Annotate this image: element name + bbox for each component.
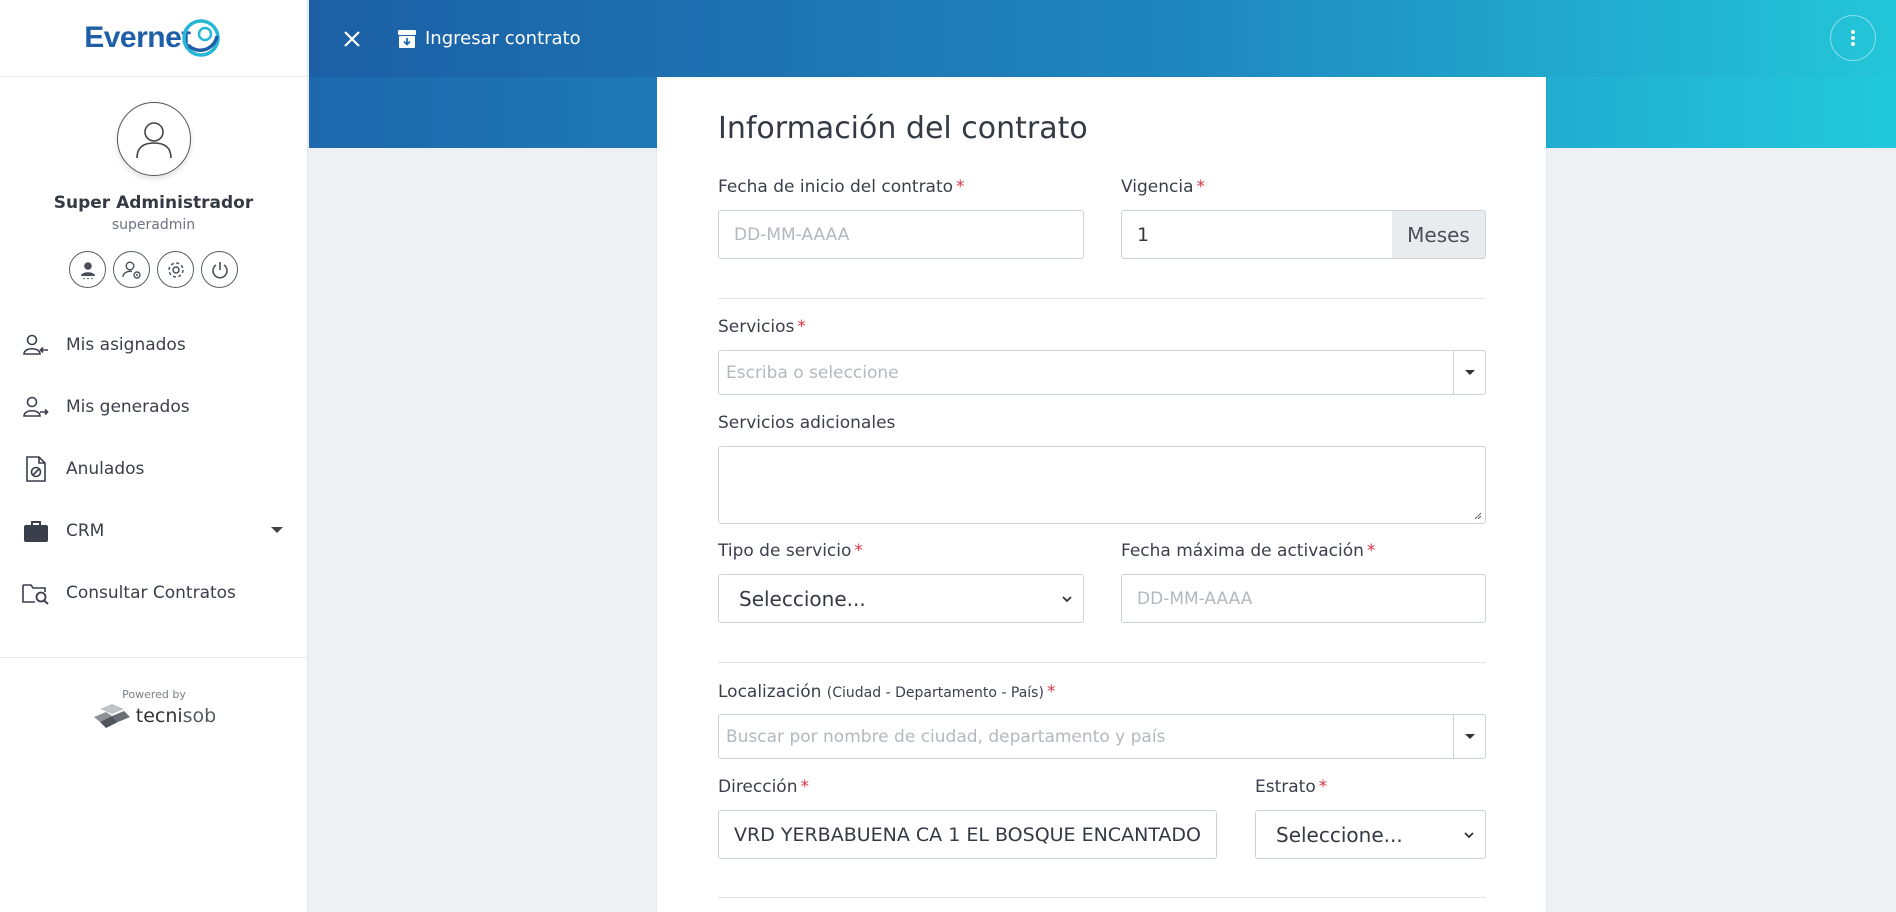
sidebar-item-mis-asignados[interactable]: Mis asignados — [0, 314, 307, 376]
localizacion-dropdown-button[interactable] — [1453, 715, 1485, 758]
sidebar-item-crm[interactable]: CRM — [0, 500, 307, 562]
power-icon — [211, 261, 228, 278]
sidebar-menu: Mis asignados Mis generados Anulados CRM — [0, 314, 307, 624]
gear-icon — [167, 261, 184, 278]
powered-by-label: Powered by — [122, 688, 186, 701]
section-divider — [718, 897, 1486, 898]
sidebar-item-label: Mis asignados — [66, 335, 186, 355]
user-settings-icon — [121, 261, 141, 279]
profile-username: superadmin — [111, 217, 196, 233]
logout-button[interactable] — [201, 251, 238, 288]
profile-name: Super Administrador — [53, 193, 254, 213]
localizacion-combobox[interactable]: Buscar por nombre de ciudad, departament… — [718, 714, 1486, 759]
chevron-down-icon — [1464, 832, 1474, 839]
profile-panel: Super Administrador superadmin — [0, 77, 307, 288]
sidebar: Evernet Super Administrador superadmin M… — [0, 0, 308, 912]
estrato-value: Seleccione... — [1276, 822, 1403, 847]
sidebar-item-consultar-contratos[interactable]: Consultar Contratos — [0, 562, 307, 624]
user-icon — [80, 261, 95, 279]
estrato-label: Estrato * — [1255, 777, 1328, 797]
tecnisob-logo: tecnisob — [92, 703, 217, 729]
close-button[interactable] — [331, 18, 373, 60]
servicios-label: Servicios * — [718, 317, 806, 337]
form-title: Información del contrato — [718, 111, 1088, 146]
close-icon — [344, 30, 360, 47]
resize-handle-icon[interactable] — [1474, 512, 1482, 520]
vigencia-unit-addon: Meses — [1392, 210, 1486, 259]
tipo-servicio-value: Seleccione... — [739, 586, 866, 611]
servicios-adicionales-textarea[interactable] — [718, 446, 1486, 524]
section-divider — [718, 662, 1486, 663]
profile-actions — [69, 251, 238, 288]
servicios-dropdown-button[interactable] — [1453, 351, 1485, 394]
vigencia-input[interactable]: 1 — [1121, 210, 1393, 259]
caret-down-icon — [1464, 370, 1475, 375]
tipo-servicio-label: Tipo de servicio * — [718, 541, 863, 561]
contract-form-card: Información del contrato Fecha de inicio… — [657, 77, 1546, 912]
user-settings-button[interactable] — [113, 251, 150, 288]
vigencia-label: Vigencia * — [1121, 177, 1205, 197]
sidebar-item-label: Mis generados — [66, 397, 190, 417]
sidebar-item-anulados[interactable]: Anulados — [0, 438, 307, 500]
direccion-input[interactable]: VRD YERBABUENA CA 1 EL BOSQUE ENCANTADO — [718, 810, 1217, 859]
user-avatar-icon — [135, 122, 172, 159]
folder-search-icon — [22, 579, 50, 607]
sidebar-item-label: Anulados — [66, 459, 145, 479]
kebab-menu-icon — [1851, 30, 1855, 46]
settings-button[interactable] — [157, 251, 194, 288]
fecha-inicio-label: Fecha de inicio del contrato * — [718, 177, 965, 197]
servicios-combobox[interactable]: Escriba o seleccione — [718, 350, 1486, 395]
powered-by: Powered by tecnisob — [0, 688, 308, 729]
estrato-select[interactable]: Seleccione... — [1255, 810, 1486, 859]
archive-icon — [398, 29, 416, 48]
fecha-inicio-input[interactable]: DD-MM-AAAA — [718, 210, 1084, 259]
tipo-servicio-select[interactable]: Seleccione... — [718, 574, 1084, 623]
fecha-maxima-label: Fecha máxima de activación * — [1121, 541, 1376, 561]
direccion-label: Dirección * — [718, 777, 809, 797]
top-header: Ingresar contrato — [309, 0, 1896, 77]
logo-text: Evernet — [84, 21, 191, 54]
tecnisob-text: tecnisob — [135, 705, 217, 727]
chevron-down-icon — [1062, 596, 1072, 603]
sidebar-item-mis-generados[interactable]: Mis generados — [0, 376, 307, 438]
servicios-input[interactable]: Escriba o seleccione — [719, 363, 1453, 383]
document-cancel-icon — [22, 455, 50, 483]
more-options-button[interactable] — [1830, 15, 1876, 61]
sidebar-item-label: Consultar Contratos — [66, 583, 236, 603]
sidebar-divider — [0, 657, 308, 658]
tecnisob-cube-icon — [93, 704, 130, 728]
logo-swirl-icon — [182, 19, 220, 57]
evernet-logo[interactable]: Evernet — [84, 16, 223, 60]
briefcase-icon — [22, 517, 50, 545]
logo-area: Evernet — [0, 0, 307, 77]
caret-down-icon — [1464, 734, 1475, 739]
localizacion-label: Localización (Ciudad - Departamento - Pa… — [718, 682, 1056, 702]
page-title: Ingresar contrato — [425, 28, 581, 49]
header-title-group: Ingresar contrato — [397, 28, 581, 49]
fecha-maxima-input[interactable]: DD-MM-AAAA — [1121, 574, 1486, 623]
localizacion-input[interactable]: Buscar por nombre de ciudad, departament… — [719, 727, 1453, 747]
chevron-down-icon — [271, 527, 283, 533]
servicios-adicionales-label: Servicios adicionales — [718, 413, 896, 433]
profile-button[interactable] — [69, 251, 106, 288]
sidebar-item-label: CRM — [66, 521, 105, 541]
user-arrow-left-icon — [22, 331, 50, 359]
user-arrow-right-icon — [22, 393, 50, 421]
section-divider — [718, 298, 1486, 299]
avatar[interactable] — [116, 102, 191, 176]
